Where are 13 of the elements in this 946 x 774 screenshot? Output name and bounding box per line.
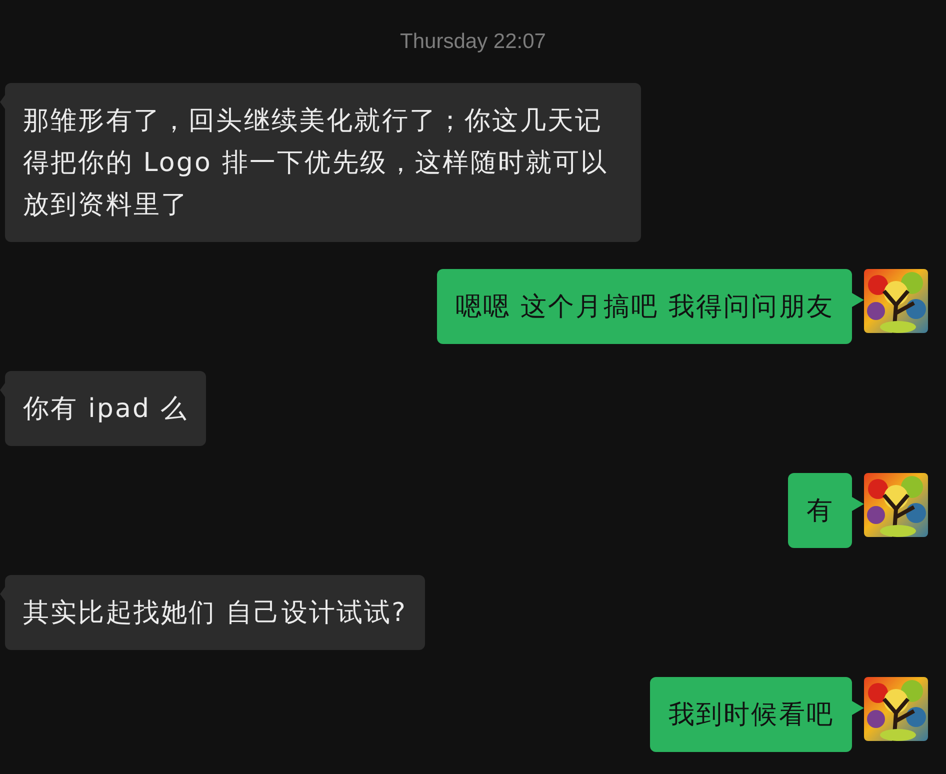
message-bubble: 其实比起找她们 自己设计试试? xyxy=(5,575,426,650)
message-bubble: 你有 ipad 么 xyxy=(5,371,206,446)
timestamp: Thursday 22:07 xyxy=(400,29,546,55)
bubble-tail xyxy=(0,587,5,601)
message-bubble: 有 xyxy=(788,473,852,548)
bubble-tail xyxy=(852,701,864,715)
bubble-tail xyxy=(0,383,5,397)
message-bubble: 那雏形有了，回头继续美化就行了；你这几天记得把你的 Logo 排一下优先级，这样随时就可以放到资料里了 xyxy=(5,83,641,242)
bubble-tail xyxy=(852,293,864,307)
message-bubble: 我到时候看吧 xyxy=(650,677,852,752)
bubble-tail xyxy=(0,95,5,109)
message-bubble: 嗯嗯 这个月搞吧 我得问问朋友 xyxy=(437,269,852,344)
bubble-tail xyxy=(852,497,864,511)
